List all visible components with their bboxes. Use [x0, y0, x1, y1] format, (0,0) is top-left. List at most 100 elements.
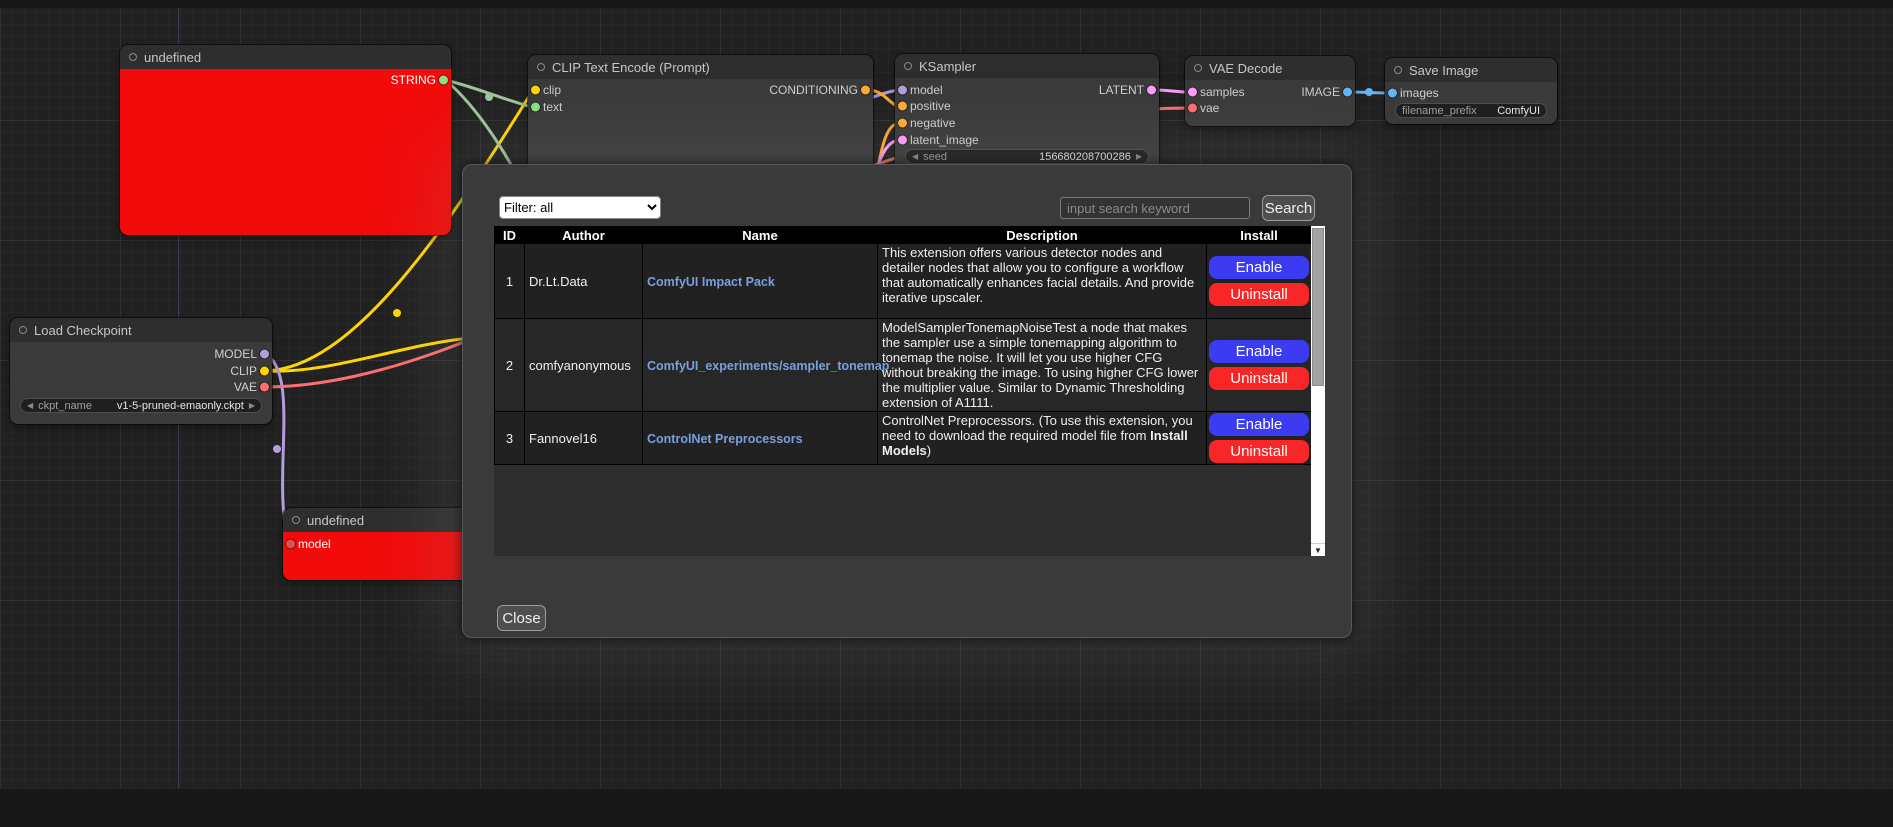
- node-undefined-bottom-body[interactable]: model: [283, 532, 475, 580]
- input-dot-model[interactable]: [286, 540, 295, 549]
- slot-label-text: text: [543, 100, 562, 114]
- prev-arrow-icon[interactable]: ◀: [27, 402, 33, 410]
- output-dot-vae[interactable]: [260, 383, 269, 392]
- output-dot-latent[interactable]: [1147, 86, 1156, 95]
- node-vae-decode-titlebar[interactable]: VAE Decode: [1185, 56, 1355, 80]
- search-input[interactable]: [1060, 197, 1250, 219]
- cell-id: 2: [495, 319, 525, 412]
- collapse-dot-icon[interactable]: [292, 516, 300, 524]
- enable-button[interactable]: Enable: [1209, 256, 1309, 279]
- slot-label-model: model: [298, 537, 331, 551]
- input-dot-images[interactable]: [1388, 89, 1397, 98]
- cell-author: comfyanonymous: [525, 319, 643, 412]
- output-dot-string[interactable]: [439, 76, 448, 85]
- filter-select[interactable]: Filter: all: [499, 196, 661, 219]
- extensions-table: ID Author Name Description Install 1 Dr.…: [494, 226, 1312, 465]
- node-title: KSampler: [919, 59, 976, 74]
- filename-prefix-label: filename_prefix: [1402, 105, 1477, 117]
- ckpt-name-label: ckpt_name: [38, 400, 92, 412]
- input-dot-latent-image[interactable]: [898, 136, 907, 145]
- input-slot-vae: vae: [1185, 100, 1355, 116]
- output-dot-image[interactable]: [1343, 88, 1352, 97]
- output-slot-clip: CLIP: [10, 363, 272, 379]
- node-undefined-top-body[interactable]: STRING: [120, 69, 451, 235]
- node-undefined-top[interactable]: undefined STRING: [120, 45, 451, 235]
- description-text: ControlNet Preprocessors. (To use this e…: [882, 413, 1193, 443]
- seed-widget[interactable]: ◀ seed 156680208700286 ▶: [905, 149, 1149, 164]
- node-load-checkpoint[interactable]: Load Checkpoint MODEL CLIP VAE ◀ ckpt_na…: [10, 318, 272, 424]
- node-ksampler-titlebar[interactable]: KSampler: [895, 54, 1159, 78]
- scrollbar-thumb[interactable]: [1312, 228, 1324, 386]
- seed-widget-value[interactable]: 156680208700286: [1039, 151, 1131, 163]
- node-clip-text-encode-titlebar[interactable]: CLIP Text Encode (Prompt): [528, 55, 873, 79]
- table-scrollbar[interactable]: ▼: [1311, 226, 1325, 556]
- search-button[interactable]: Search: [1262, 195, 1315, 221]
- filename-prefix-widget[interactable]: filename_prefix ComfyUI: [1395, 103, 1547, 118]
- enable-button[interactable]: Enable: [1209, 413, 1309, 436]
- table-row: 2 comfyanonymous ComfyUI_experiments/sam…: [495, 319, 1312, 412]
- node-load-checkpoint-titlebar[interactable]: Load Checkpoint: [10, 318, 272, 342]
- input-dot-negative[interactable]: [898, 119, 907, 128]
- collapse-dot-icon[interactable]: [1394, 66, 1402, 74]
- filename-prefix-value[interactable]: ComfyUI: [1497, 105, 1540, 117]
- wire-midpoint-dot-string: [485, 93, 493, 101]
- header-author: Author: [525, 227, 643, 244]
- cell-author: Fannovel16: [525, 412, 643, 465]
- enable-button[interactable]: Enable: [1209, 340, 1309, 363]
- collapse-dot-icon[interactable]: [19, 326, 27, 334]
- extensions-table-container: ID Author Name Description Install 1 Dr.…: [494, 226, 1325, 556]
- header-description: Description: [878, 227, 1207, 244]
- next-arrow-icon[interactable]: ▶: [249, 402, 255, 410]
- slot-label-conditioning: CONDITIONING: [769, 83, 858, 97]
- increment-arrow-icon[interactable]: ▶: [1136, 153, 1142, 161]
- input-dot-vae[interactable]: [1188, 104, 1197, 113]
- node-undefined-bottom-titlebar[interactable]: undefined: [283, 508, 475, 532]
- node-undefined-bottom[interactable]: undefined model: [283, 508, 475, 580]
- node-save-image-body[interactable]: images filename_prefix ComfyUI: [1385, 82, 1557, 124]
- scrollbar-down-button[interactable]: ▼: [1311, 543, 1325, 556]
- node-vae-decode[interactable]: VAE Decode samples vae IMAGE: [1185, 56, 1355, 126]
- node-title: undefined: [307, 513, 364, 528]
- scroll-down-arrow-icon: ▼: [1314, 546, 1322, 555]
- extension-link[interactable]: ComfyUI Impact Pack: [647, 275, 775, 289]
- output-slot-string: STRING: [120, 72, 451, 88]
- input-slot-negative: negative: [895, 115, 1159, 131]
- input-slot-images: images: [1385, 85, 1557, 101]
- input-dot-positive[interactable]: [898, 102, 907, 111]
- input-dot-text[interactable]: [531, 103, 540, 112]
- uninstall-button[interactable]: Uninstall: [1209, 367, 1309, 390]
- output-slot-latent: LATENT: [895, 82, 1159, 98]
- node-save-image[interactable]: Save Image images filename_prefix ComfyU…: [1385, 58, 1557, 124]
- custom-nodes-manager-dialog: Filter: all Search ID Author Name Descri…: [462, 164, 1352, 638]
- wire-string-to-hidden-node: [445, 80, 515, 172]
- collapse-dot-icon[interactable]: [537, 63, 545, 71]
- node-vae-decode-body[interactable]: samples vae IMAGE: [1185, 80, 1355, 126]
- cell-id: 3: [495, 412, 525, 465]
- node-undefined-top-titlebar[interactable]: undefined: [120, 45, 451, 69]
- close-button[interactable]: Close: [497, 605, 546, 631]
- node-title: Save Image: [1409, 63, 1478, 78]
- node-title: CLIP Text Encode (Prompt): [552, 60, 710, 75]
- output-slot-image: IMAGE: [1185, 84, 1355, 100]
- decrement-arrow-icon[interactable]: ◀: [912, 153, 918, 161]
- node-save-image-titlebar[interactable]: Save Image: [1385, 58, 1557, 82]
- collapse-dot-icon[interactable]: [904, 62, 912, 70]
- ckpt-name-value[interactable]: v1-5-pruned-emaonly.ckpt: [117, 400, 244, 412]
- ckpt-name-widget[interactable]: ◀ ckpt_name v1-5-pruned-emaonly.ckpt ▶: [20, 398, 262, 413]
- slot-label-vae: vae: [1200, 101, 1219, 115]
- node-title: Load Checkpoint: [34, 323, 132, 338]
- output-dot-model[interactable]: [260, 350, 269, 359]
- description-suffix-text: ): [927, 443, 931, 458]
- uninstall-button[interactable]: Uninstall: [1209, 440, 1309, 463]
- comfyui-canvas[interactable]: undefined STRING CLIP Text Encode (Promp…: [0, 0, 1893, 827]
- collapse-dot-icon[interactable]: [129, 53, 137, 61]
- output-dot-conditioning[interactable]: [861, 86, 870, 95]
- slot-label-clip: CLIP: [230, 364, 257, 378]
- slot-label-latent: LATENT: [1099, 83, 1144, 97]
- output-dot-clip[interactable]: [260, 367, 269, 376]
- collapse-dot-icon[interactable]: [1194, 64, 1202, 72]
- extension-link[interactable]: ComfyUI_experiments/sampler_tonemap: [647, 359, 889, 373]
- extension-link[interactable]: ControlNet Preprocessors: [647, 432, 803, 446]
- node-load-checkpoint-body[interactable]: MODEL CLIP VAE ◀ ckpt_name v1-5-pruned-e…: [10, 342, 272, 424]
- uninstall-button[interactable]: Uninstall: [1209, 283, 1309, 306]
